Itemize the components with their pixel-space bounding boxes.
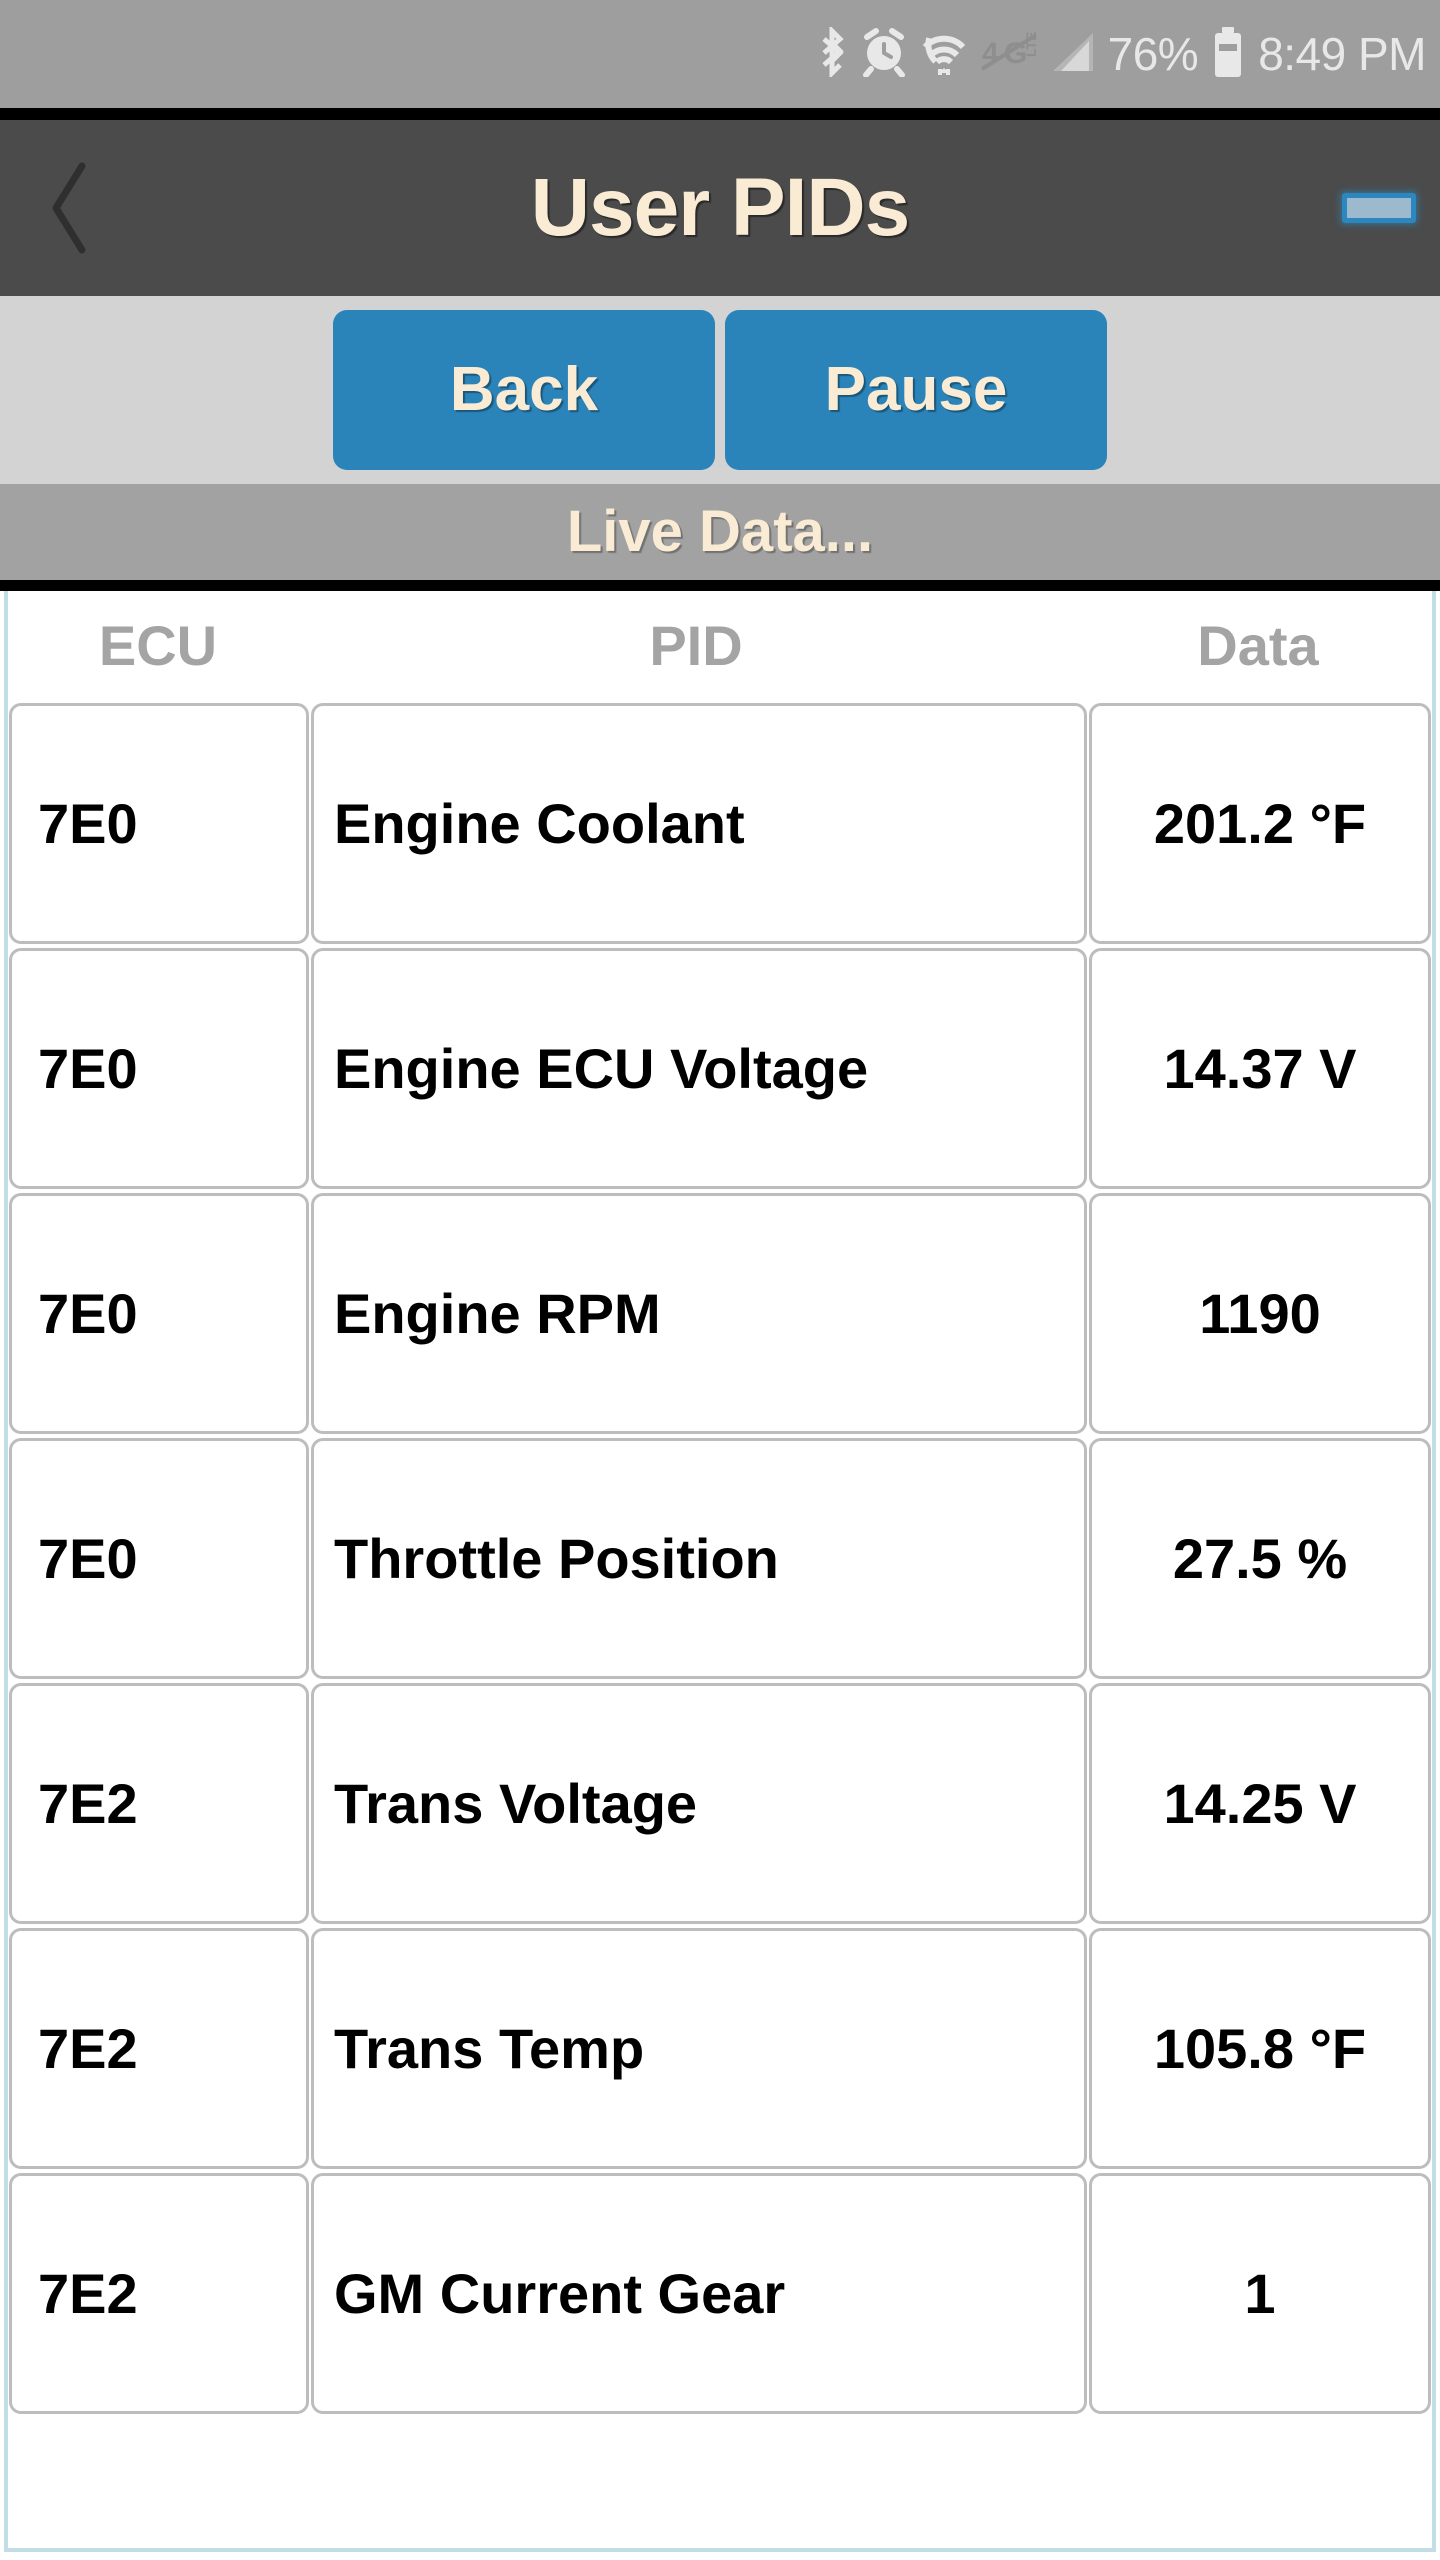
cell-ecu: 7E2 — [9, 1928, 309, 2169]
page-title: User PIDs — [530, 162, 910, 253]
table-row[interactable]: 7E0 Engine Coolant 201.2 °F — [8, 701, 1432, 946]
toolbar: Back Pause — [0, 296, 1440, 484]
pid-table-panel: ECU PID Data 7E0 Engine Coolant 201.2 °F 7E… — [4, 591, 1436, 2552]
column-header-ecu: ECU — [98, 614, 218, 677]
table-row[interactable]: 7E2 Trans Temp 105.8 °F — [8, 1926, 1432, 2171]
cellular-signal-icon — [1049, 27, 1097, 82]
cell-data: 1190 — [1089, 1193, 1431, 1434]
column-header-data: Data — [1197, 614, 1319, 677]
status-strip: Live Data... — [0, 484, 1440, 580]
minimize-icon[interactable] — [1342, 193, 1416, 223]
status-bar: 4 G LTE 76% 8:49 PM — [0, 0, 1440, 108]
cell-pid: Throttle Position — [311, 1438, 1087, 1679]
table-row[interactable]: 7E0 Throttle Position 27.5 % — [8, 1436, 1432, 1681]
cell-data: 105.8 °F — [1089, 1928, 1431, 2169]
column-header-pid: PID — [649, 614, 743, 677]
back-button[interactable]: Back — [333, 310, 715, 470]
battery-icon — [1211, 26, 1245, 83]
cell-ecu: 7E0 — [9, 1193, 309, 1434]
title-bar: User PIDs — [0, 120, 1440, 296]
status-divider — [0, 108, 1440, 120]
table-row[interactable]: 7E0 Engine ECU Voltage 14.37 V — [8, 946, 1432, 1191]
cell-ecu: 7E2 — [9, 2173, 309, 2414]
cell-data: 14.37 V — [1089, 948, 1431, 1189]
table-row[interactable]: 7E2 Trans Voltage 14.25 V — [8, 1681, 1432, 1926]
cell-pid: GM Current Gear — [311, 2173, 1087, 2414]
cell-pid: Engine ECU Voltage — [311, 948, 1087, 1189]
pause-button[interactable]: Pause — [725, 310, 1107, 470]
cell-pid: Trans Temp — [311, 1928, 1087, 2169]
cell-data: 27.5 % — [1089, 1438, 1431, 1679]
cell-pid: Engine Coolant — [311, 703, 1087, 944]
clock-label: 8:49 PM — [1258, 28, 1426, 80]
cell-data: 14.25 V — [1089, 1683, 1431, 1924]
alarm-clock-icon — [860, 27, 908, 82]
live-data-label: Live Data... — [566, 499, 874, 564]
cell-pid: Engine RPM — [311, 1193, 1087, 1434]
cell-pid: Trans Voltage — [311, 1683, 1087, 1924]
cell-ecu: 7E0 — [9, 703, 309, 944]
battery-percent-label: 76% — [1107, 28, 1199, 80]
table-header-row: ECU PID Data — [8, 591, 1432, 701]
cell-ecu: 7E2 — [9, 1683, 309, 1924]
table-row[interactable]: 7E2 GM Current Gear 1 — [8, 2171, 1432, 2416]
wifi-icon — [919, 27, 969, 82]
cell-data: 1 — [1089, 2173, 1431, 2414]
cell-data: 201.2 °F — [1089, 703, 1431, 944]
strip-divider — [0, 580, 1440, 591]
lte-disabled-icon: 4 G LTE — [980, 27, 1039, 82]
pid-table-body: 7E0 Engine Coolant 201.2 °F 7E0 Engine ECU V… — [8, 701, 1432, 2416]
table-row[interactable]: 7E0 Engine RPM 1190 — [8, 1191, 1432, 1436]
cell-ecu: 7E0 — [9, 948, 309, 1189]
cell-ecu: 7E0 — [9, 1438, 309, 1679]
bluetooth-icon — [815, 24, 849, 82]
